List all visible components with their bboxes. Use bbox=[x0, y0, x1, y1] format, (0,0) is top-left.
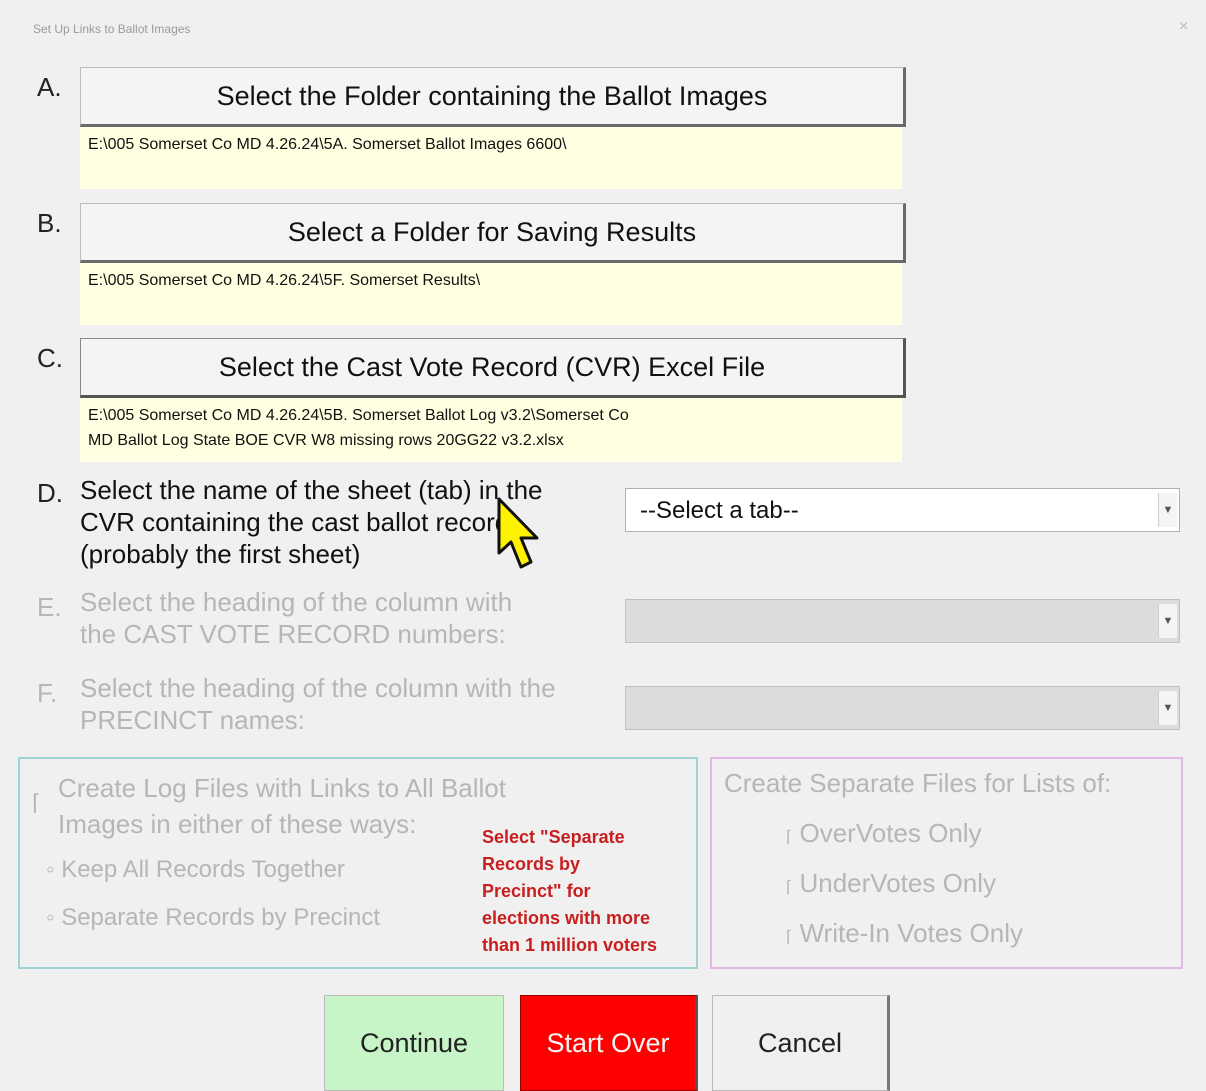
start-over-button[interactable]: Start Over bbox=[520, 995, 698, 1091]
select-sheet-label-line2: CVR containing the cast ballot records bbox=[80, 507, 523, 537]
dropdown-arrow-icon[interactable]: ▼ bbox=[1158, 691, 1177, 725]
checkbox-icon: ⌈ bbox=[786, 879, 793, 896]
hint-line: Records by bbox=[482, 854, 581, 874]
step-b-letter: B. bbox=[37, 208, 62, 238]
precinct-column-label-line2: PRECINCT names: bbox=[80, 705, 305, 735]
precinct-column-select[interactable]: ▼ bbox=[625, 686, 1180, 730]
hint-line: than 1 million voters bbox=[482, 935, 658, 955]
select-sheet-label-line1: Select the name of the sheet (tab) in th… bbox=[80, 475, 543, 505]
ballot-images-path: E:\005 Somerset Co MD 4.26.24\5A. Somers… bbox=[80, 127, 902, 189]
overvotes-checkbox[interactable]: ⌈ OverVotes Only bbox=[786, 818, 982, 849]
cancel-button[interactable]: Cancel bbox=[712, 995, 890, 1091]
sheet-tab-select[interactable]: --Select a tab-- ▼ bbox=[625, 488, 1180, 532]
undervotes-checkbox[interactable]: ⌈ UnderVotes Only bbox=[786, 868, 996, 899]
log-files-label-line1: Create Log Files with Links to All Ballo… bbox=[58, 773, 506, 803]
log-files-label-line2: Images in either of these ways: bbox=[58, 809, 417, 839]
cvr-file-path-line2: MD Ballot Log State BOE CVR W8 missing r… bbox=[88, 432, 564, 449]
precinct-column-label-line1: Select the heading of the column with th… bbox=[80, 673, 556, 703]
radio-icon: ◦ bbox=[46, 904, 55, 931]
hint-line: elections with more bbox=[482, 908, 651, 928]
dropdown-arrow-icon[interactable]: ▼ bbox=[1158, 604, 1177, 638]
results-folder-path: E:\005 Somerset Co MD 4.26.24\5F. Somers… bbox=[80, 263, 902, 325]
separate-by-precinct-label: Separate Records by Precinct bbox=[61, 904, 381, 931]
step-f-letter: F. bbox=[37, 678, 58, 708]
setup-links-dialog: Set Up Links to Ballot Images × A. Selec… bbox=[0, 0, 1206, 1091]
step-e-letter: E. bbox=[37, 592, 62, 622]
checkbox-icon: ⌈ bbox=[786, 929, 793, 946]
keep-records-together-label: Keep All Records Together bbox=[61, 856, 345, 883]
close-icon[interactable]: × bbox=[1179, 18, 1188, 36]
mouse-pointer-icon bbox=[497, 497, 539, 569]
precinct-hint-note: Select "Separate Records by Precinct" fo… bbox=[482, 824, 657, 959]
cvr-file-path-line1: E:\005 Somerset Co MD 4.26.24\5B. Somers… bbox=[88, 407, 629, 424]
write-in-label: Write-In Votes Only bbox=[799, 918, 1023, 948]
sheet-tab-select-value: --Select a tab-- bbox=[640, 497, 799, 524]
cvr-file-path: E:\005 Somerset Co MD 4.26.24\5B. Somers… bbox=[80, 398, 902, 462]
log-files-checkbox-icon[interactable]: ⌈ bbox=[32, 790, 41, 816]
undervotes-label: UnderVotes Only bbox=[799, 868, 997, 898]
select-sheet-label-line3: (probably the first sheet) bbox=[80, 539, 361, 569]
step-d-letter: D. bbox=[37, 478, 63, 508]
separate-by-precinct-radio[interactable]: ◦ Separate Records by Precinct bbox=[46, 904, 380, 932]
step-a-letter: A. bbox=[37, 72, 62, 102]
log-files-label: Create Log Files with Links to All Ballo… bbox=[58, 770, 506, 842]
dropdown-arrow-icon[interactable]: ▼ bbox=[1158, 493, 1177, 527]
cvr-number-column-label: Select the heading of the column with th… bbox=[80, 586, 512, 650]
select-results-folder-button[interactable]: Select a Folder for Saving Results bbox=[80, 203, 906, 263]
write-in-checkbox[interactable]: ⌈ Write-In Votes Only bbox=[786, 918, 1023, 949]
radio-icon: ◦ bbox=[46, 856, 55, 883]
select-ballot-images-folder-button[interactable]: Select the Folder containing the Ballot … bbox=[80, 67, 906, 127]
cvr-number-column-select[interactable]: ▼ bbox=[625, 599, 1180, 643]
precinct-column-label: Select the heading of the column with th… bbox=[80, 672, 556, 736]
separate-files-heading: Create Separate Files for Lists of: bbox=[724, 768, 1112, 798]
overvotes-label: OverVotes Only bbox=[799, 818, 982, 848]
title-bar: Set Up Links to Ballot Images × bbox=[0, 0, 1206, 60]
hint-line: Select "Separate bbox=[482, 827, 625, 847]
cvr-number-column-label-line2: the CAST VOTE RECORD numbers: bbox=[80, 619, 506, 649]
hint-line: Precinct" for bbox=[482, 881, 591, 901]
step-c-letter: C. bbox=[37, 343, 63, 373]
cvr-number-column-label-line1: Select the heading of the column with bbox=[80, 587, 513, 617]
select-cvr-file-button[interactable]: Select the Cast Vote Record (CVR) Excel … bbox=[80, 338, 906, 398]
checkbox-icon: ⌈ bbox=[786, 829, 793, 846]
window-title: Set Up Links to Ballot Images bbox=[33, 22, 191, 36]
keep-records-together-radio[interactable]: ◦ Keep All Records Together bbox=[46, 856, 345, 884]
continue-button[interactable]: Continue bbox=[324, 995, 504, 1091]
select-sheet-label: Select the name of the sheet (tab) in th… bbox=[80, 474, 543, 570]
